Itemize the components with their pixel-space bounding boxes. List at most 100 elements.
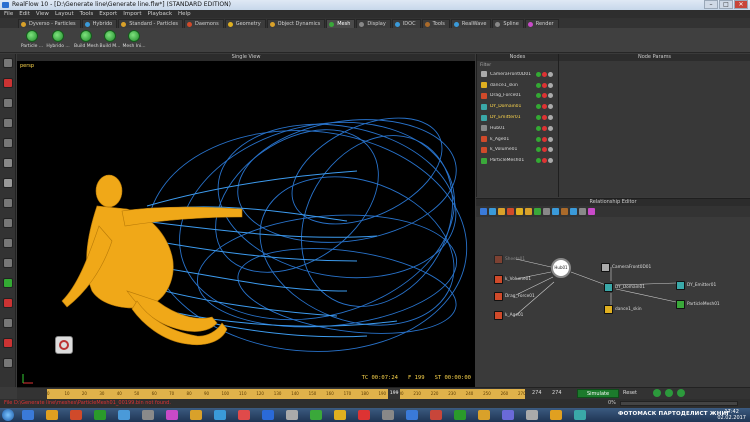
menu-item[interactable]: File: [4, 11, 13, 17]
node-list-item[interactable]: DY_Domain01: [477, 101, 558, 112]
shelf-tab[interactable]: Geometry: [224, 18, 266, 28]
left-tool-icon[interactable]: [3, 298, 13, 308]
menu-item[interactable]: Tools: [80, 11, 94, 17]
node-list-item[interactable]: DY_Emitter01: [477, 112, 558, 123]
rel-tool-icon[interactable]: [552, 208, 559, 215]
taskbar-app-icon[interactable]: [454, 410, 466, 420]
node-list-item[interactable]: CameraFront0D01: [477, 69, 558, 80]
menu-item[interactable]: Playback: [147, 11, 172, 17]
taskbar-app-icon[interactable]: [70, 410, 82, 420]
play-icon[interactable]: [677, 389, 685, 397]
timeline-ruler[interactable]: 0 10 20 30 40 50 60 70 80 90 100 110 120 130 140 150 160…: [47, 389, 526, 399]
node-flags[interactable]: [536, 104, 553, 110]
left-tool-icon[interactable]: [3, 238, 13, 248]
node-list-item[interactable]: k_Volume01: [477, 145, 558, 156]
taskbar-app-icon[interactable]: [334, 410, 346, 420]
close-button[interactable]: ✕: [734, 0, 748, 9]
node-flags[interactable]: [536, 93, 553, 99]
max-frame-field[interactable]: 274: [552, 390, 562, 396]
taskbar-app-icon[interactable]: [286, 410, 298, 420]
menu-item[interactable]: View: [36, 11, 49, 17]
current-frame-cursor[interactable]: 199: [388, 389, 401, 399]
left-tool-icon[interactable]: [3, 338, 13, 348]
left-tool-icon[interactable]: [3, 218, 13, 228]
shelf-tab[interactable]: RealWave: [450, 18, 492, 28]
shelf-tab[interactable]: Tools: [421, 18, 450, 28]
left-tool-icon[interactable]: [3, 98, 13, 108]
rel-tool-icon[interactable]: [489, 208, 496, 215]
taskbar-app-icon[interactable]: [22, 410, 34, 420]
rel-tool-icon[interactable]: [525, 208, 532, 215]
taskbar-app-icon[interactable]: [406, 410, 418, 420]
viewport[interactable]: persp TC 00:07:24 F 199 ST 00:00:00: [17, 61, 475, 387]
left-tool-icon[interactable]: [3, 118, 13, 128]
left-tool-icon[interactable]: [3, 258, 13, 268]
shelf-tab[interactable]: Dyverso - Particles: [18, 18, 81, 28]
rel-node-particle-mesh[interactable]: ParticleMesh01: [676, 300, 720, 309]
left-tool-icon[interactable]: [3, 138, 13, 148]
rel-node-hub[interactable]: Hub01: [551, 258, 571, 278]
left-tool-icon[interactable]: [3, 178, 13, 188]
taskbar-app-icon[interactable]: [310, 410, 322, 420]
node-flags[interactable]: [536, 115, 553, 121]
rel-node-domain[interactable]: DY_Domain01: [604, 283, 645, 292]
rel-node-drag-force[interactable]: Drag_Force01: [494, 292, 535, 301]
shelf-tab[interactable]: Render: [524, 18, 559, 28]
shelf-tab[interactable]: Daemons: [184, 18, 224, 28]
rel-node-sheets[interactable]: Sheets01: [494, 255, 525, 264]
node-list-item[interactable]: ParticleMesh01: [477, 155, 558, 166]
taskbar-app-icon[interactable]: [118, 410, 130, 420]
rel-tool-icon[interactable]: [570, 208, 577, 215]
shelf-tab[interactable]: Object Dynamics: [266, 18, 326, 28]
taskbar-app-icon[interactable]: [142, 410, 154, 420]
node-list-item[interactable]: k_Age01: [477, 134, 558, 145]
end-frame-field[interactable]: 274: [532, 390, 542, 396]
left-tool-icon[interactable]: [3, 358, 13, 368]
taskbar-app-icon[interactable]: [574, 410, 586, 420]
shelf-tab[interactable]: Standard - Particles: [118, 18, 184, 28]
taskbar-app-icon[interactable]: [550, 410, 562, 420]
node-list-item[interactable]: dance1_skin: [477, 80, 558, 91]
node-list-item[interactable]: Hub01: [477, 123, 558, 134]
shelf-tab[interactable]: Display: [356, 18, 391, 28]
node-flags[interactable]: [536, 125, 553, 131]
toolbar-button[interactable]: Build M...: [98, 30, 122, 52]
rel-node-emitter[interactable]: DY_Emitter01: [676, 281, 716, 290]
taskbar-app-icon[interactable]: [190, 410, 202, 420]
taskbar-app-icon[interactable]: [430, 410, 442, 420]
left-tool-icon[interactable]: [3, 158, 13, 168]
shelf-tab[interactable]: Mesh: [326, 18, 356, 28]
taskbar-app-icon[interactable]: [478, 410, 490, 420]
menu-item[interactable]: Export: [99, 11, 117, 17]
stop-icon[interactable]: [665, 389, 673, 397]
taskbar-app-icon[interactable]: [214, 410, 226, 420]
left-tool-icon[interactable]: [3, 58, 13, 68]
taskbar-app-icon[interactable]: [46, 410, 58, 420]
menu-item[interactable]: Import: [123, 11, 141, 17]
taskbar-app-icon[interactable]: [262, 410, 274, 420]
node-flags[interactable]: [536, 82, 553, 88]
left-tool-icon[interactable]: [3, 318, 13, 328]
taskbar-app-icon[interactable]: [238, 410, 250, 420]
taskbar-app-icon[interactable]: [166, 410, 178, 420]
maximize-button[interactable]: □: [719, 0, 733, 9]
rel-tool-icon[interactable]: [561, 208, 568, 215]
rel-node-camera[interactable]: CameraFront0D01: [601, 263, 651, 272]
toolbar-button[interactable]: Particle ...: [20, 30, 44, 52]
menu-item[interactable]: Layout: [55, 11, 74, 17]
rel-node-k-volume[interactable]: k_Volume01: [494, 275, 531, 284]
shelf-tab[interactable]: Spline: [492, 18, 524, 28]
toolbar-button[interactable]: Build Mesh: [74, 30, 99, 52]
simulate-button[interactable]: Simulate: [577, 389, 619, 398]
menu-item[interactable]: Edit: [19, 11, 30, 17]
node-list-item[interactable]: Drag_Force01: [477, 91, 558, 102]
menu-item[interactable]: Help: [178, 11, 191, 17]
rel-tool-icon[interactable]: [507, 208, 514, 215]
node-flags[interactable]: [536, 136, 553, 142]
taskbar-app-icon[interactable]: [502, 410, 514, 420]
play-back-icon[interactable]: [653, 389, 661, 397]
node-flags[interactable]: [536, 147, 553, 153]
reset-button[interactable]: Reset: [623, 389, 647, 398]
rel-tool-icon[interactable]: [534, 208, 541, 215]
rel-tool-icon[interactable]: [579, 208, 586, 215]
